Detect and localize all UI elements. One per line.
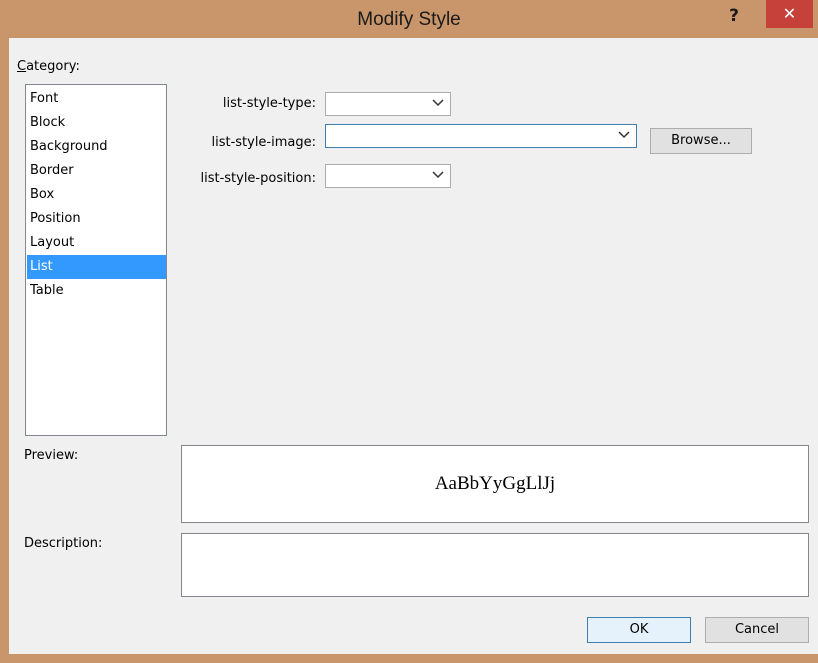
browse-button[interactable]: Browse... (650, 128, 752, 154)
chevron-down-icon (432, 99, 444, 107)
category-item-table[interactable]: Table (27, 279, 166, 303)
help-button[interactable]: ? (720, 4, 748, 30)
ok-button[interactable]: OK (587, 617, 691, 643)
preview-sample-text: AaBbYyGgLlJj (434, 473, 556, 494)
category-item-border[interactable]: Border (27, 159, 166, 183)
list-style-type-select[interactable] (325, 92, 451, 116)
chevron-down-icon (432, 171, 444, 179)
category-list[interactable]: Font Block Background Border Box Positio… (25, 84, 167, 436)
category-item-block[interactable]: Block (27, 111, 166, 135)
chevron-down-icon (618, 131, 630, 139)
cancel-button[interactable]: Cancel (705, 617, 809, 643)
close-button[interactable]: ✕ (766, 0, 813, 28)
category-label-mnemonic: C (17, 59, 27, 74)
list-style-position-label: list-style-position: (200, 171, 316, 186)
category-item-font[interactable]: Font (27, 87, 166, 111)
list-style-type-label: list-style-type: (222, 96, 316, 111)
list-style-image-label: list-style-image: (211, 135, 316, 150)
category-item-layout[interactable]: Layout (27, 231, 166, 255)
category-item-background[interactable]: Background (27, 135, 166, 159)
list-style-position-select[interactable] (325, 164, 451, 188)
description-label: Description: (24, 536, 103, 551)
modify-style-dialog: Modify Style ? ✕ Category: Font Block Ba… (0, 0, 818, 663)
description-box (181, 533, 809, 597)
category-label-rest: ategory: (26, 59, 80, 74)
window-bottom-border (0, 654, 818, 663)
list-style-image-select[interactable] (325, 124, 637, 148)
category-item-list[interactable]: List (27, 255, 166, 279)
category-item-position[interactable]: Position (27, 207, 166, 231)
dialog-client-area: Category: Font Block Background Border B… (9, 38, 818, 654)
preview-box: AaBbYyGgLlJj (181, 445, 809, 523)
title-bar[interactable]: Modify Style ? ✕ (0, 0, 818, 38)
category-item-box[interactable]: Box (27, 183, 166, 207)
close-icon: ✕ (782, 4, 797, 23)
category-label: Category: (17, 59, 80, 74)
preview-label: Preview: (24, 448, 79, 463)
dialog-title: Modify Style (357, 9, 461, 30)
